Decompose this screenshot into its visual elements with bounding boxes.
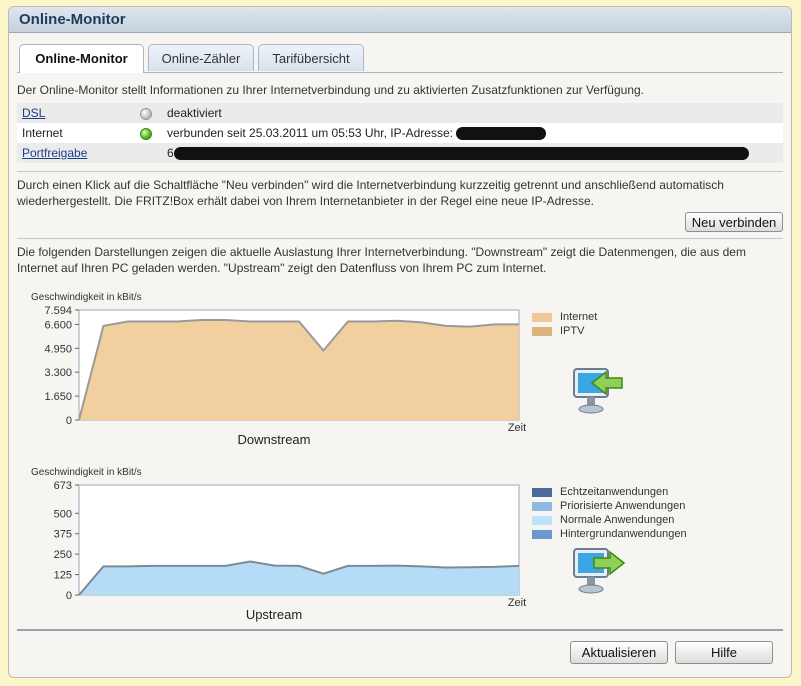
- help-button[interactable]: Hilfe: [675, 641, 773, 664]
- divider: [17, 171, 783, 172]
- status-led-green-icon: [140, 127, 152, 140]
- y-tick-label: 1.650: [44, 391, 72, 403]
- downstream-ylabel: Geschwindigkeit in kBit/s: [31, 292, 142, 303]
- legend-item-priorisiert: Priorisierte Anwendungen: [532, 499, 687, 513]
- legend-item-echtzeit: Echtzeitanwendungen: [532, 485, 687, 499]
- online-monitor-window: Online-Monitor Online-Monitor Online-Zäh…: [8, 6, 792, 678]
- divider: [17, 238, 783, 239]
- y-tick-label: 673: [54, 480, 72, 492]
- redacted-port-info: [173, 147, 749, 161]
- dsl-link[interactable]: DSL: [22, 106, 45, 120]
- tab-tarifuebersicht[interactable]: Tarifübersicht: [258, 44, 364, 71]
- refresh-button[interactable]: Aktualisieren: [570, 641, 668, 664]
- y-tick-label: 7.594: [44, 305, 72, 317]
- footer-divider: [17, 629, 783, 631]
- y-tick-label: 375: [54, 529, 72, 541]
- internet-label: Internet: [22, 126, 63, 140]
- dsl-status: deaktiviert: [167, 106, 222, 120]
- reconnect-button[interactable]: Neu verbinden: [685, 212, 783, 232]
- tab-online-monitor[interactable]: Online-Monitor: [19, 44, 144, 73]
- charts-intro-text: Die folgenden Darstellungen zeigen die a…: [17, 245, 746, 275]
- upstream-legend: Echtzeitanwendungen Priorisierte Anwendu…: [532, 485, 687, 541]
- y-tick-label: 4.950: [44, 343, 72, 355]
- y-tick-label: 3.300: [44, 367, 72, 379]
- legend-swatch: [532, 529, 552, 539]
- status-row-portfreigabe: Portfreigabe 6: [17, 143, 783, 163]
- internet-status: verbunden seit 25.03.2011 um 05:53 Uhr, …: [167, 125, 453, 140]
- intro-text: Der Online-Monitor stellt Informationen …: [17, 83, 645, 97]
- status-row-internet: Internet verbunden seit 25.03.2011 um 05…: [17, 123, 783, 143]
- window-title: Online-Monitor: [9, 7, 791, 33]
- y-tick-label: 250: [54, 549, 72, 561]
- reconnect-text: Durch einen Klick auf die Schaltfläche "…: [17, 178, 724, 208]
- y-tick-label: 0: [66, 415, 72, 427]
- legend-item-normal: Normale Anwendungen: [532, 513, 687, 527]
- y-tick-label: 500: [54, 508, 72, 520]
- legend-item-iptv: IPTV: [532, 324, 597, 338]
- legend-item-hintergrund: Hintergrundanwendungen: [532, 527, 687, 541]
- upstream-chart: 673 500 375 250 125 0 Zeit Upstream: [54, 480, 527, 622]
- x-axis-label: Zeit: [508, 422, 526, 434]
- legend-swatch: [532, 312, 552, 322]
- portfreigabe-status: 6: [167, 145, 174, 160]
- chart-title: Upstream: [246, 607, 302, 622]
- legend-swatch: [532, 487, 552, 497]
- status-led-grey-icon: [140, 107, 152, 120]
- tab-online-zaehler[interactable]: Online-Zähler: [148, 44, 254, 71]
- legend-item-internet: Internet: [532, 310, 597, 324]
- y-tick-label: 125: [54, 570, 72, 582]
- online-monitor-panel: Der Online-Monitor stellt Informationen …: [17, 72, 783, 671]
- downstream-legend: Internet IPTV: [532, 310, 597, 338]
- y-tick-label: 6.600: [44, 319, 72, 331]
- downstream-pc-icon: [573, 368, 623, 414]
- series-area: [79, 320, 519, 420]
- y-tick-label: 0: [66, 590, 72, 602]
- upstream-pc-icon: [573, 548, 626, 594]
- legend-swatch: [532, 515, 552, 525]
- redacted-ip: [456, 127, 547, 141]
- portfreigabe-link[interactable]: Portfreigabe: [22, 146, 87, 160]
- status-table: DSL deaktiviert Internet verbunden seit …: [17, 103, 783, 163]
- legend-swatch: [532, 501, 552, 511]
- legend-swatch: [532, 326, 552, 336]
- x-axis-label: Zeit: [508, 597, 526, 609]
- status-row-dsl: DSL deaktiviert: [17, 103, 783, 123]
- chart-title: Downstream: [238, 432, 311, 447]
- upstream-ylabel: Geschwindigkeit in kBit/s: [31, 467, 142, 478]
- downstream-chart: 7.594 6.600 4.950 3.300 1.650 0 Zeit Downstream: [44, 305, 526, 447]
